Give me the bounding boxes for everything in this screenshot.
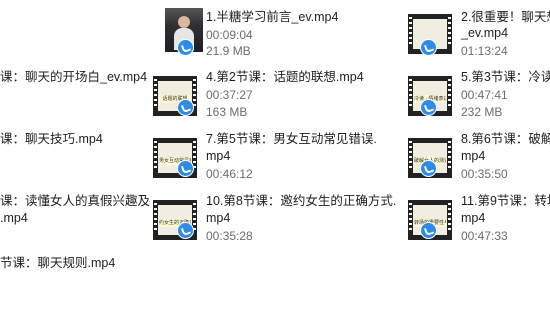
file-name-line2: _ev.mp4 bbox=[461, 26, 509, 40]
file-name-line1: 2.很重要！聊天想 bbox=[461, 10, 550, 24]
file-name: 5.第3节课：冷读 bbox=[461, 70, 550, 84]
file-name-line1: 11.第9节课：转场 bbox=[461, 194, 550, 208]
file-name-line2: .mp4 bbox=[0, 211, 28, 225]
cloud-sync-icon bbox=[177, 39, 194, 56]
file-duration: 00:37:27 bbox=[206, 88, 253, 102]
file-name-line2: mp4 bbox=[461, 211, 486, 225]
file-duration: 00:47:41 bbox=[461, 88, 508, 102]
cloud-sync-icon bbox=[420, 222, 437, 239]
file-name: 课：聊天的开场白_ev.mp4 bbox=[0, 70, 148, 84]
file-name-line1: 10.第8节课：邀约女生的正确方式. bbox=[206, 194, 397, 208]
file-name: 节课：聊天规则.mp4 bbox=[0, 256, 116, 270]
file-name-line2: mp4 bbox=[206, 211, 231, 225]
file-duration: 00:47:33 bbox=[461, 229, 508, 243]
cloud-sync-icon bbox=[177, 222, 194, 239]
cloud-sync-icon bbox=[420, 39, 437, 56]
file-duration: 01:13:24 bbox=[461, 44, 508, 58]
file-name: 1.半糖学习前言_ev.mp4 bbox=[206, 10, 339, 24]
file-duration: 00:35:50 bbox=[461, 167, 508, 181]
cloud-sync-icon bbox=[177, 99, 194, 116]
file-name: 课：聊天技巧.mp4 bbox=[0, 132, 103, 146]
file-name-line2: mp4 bbox=[461, 149, 486, 163]
file-name-line1: 8.第6节课：破解 bbox=[461, 132, 550, 146]
file-duration: 00:35:28 bbox=[206, 229, 253, 243]
file-size: 21.9 MB bbox=[206, 44, 251, 58]
file-duration: 00:46:12 bbox=[206, 167, 253, 181]
file-size: 232 MB bbox=[461, 105, 503, 119]
cloud-sync-icon bbox=[420, 160, 437, 177]
file-name: 4.第2节课：话题的联想.mp4 bbox=[206, 70, 364, 84]
file-size: 163 MB bbox=[206, 105, 248, 119]
cloud-sync-icon bbox=[177, 160, 194, 177]
file-name-line2: mp4 bbox=[206, 149, 231, 163]
file-name-line1: 7.第5节课：男女互动常见错误. bbox=[206, 132, 377, 146]
file-duration: 00:09:04 bbox=[206, 28, 253, 42]
cloud-sync-icon bbox=[420, 99, 437, 116]
file-name-line1: 课：读懂女人的真假兴趣及 bbox=[0, 194, 151, 208]
